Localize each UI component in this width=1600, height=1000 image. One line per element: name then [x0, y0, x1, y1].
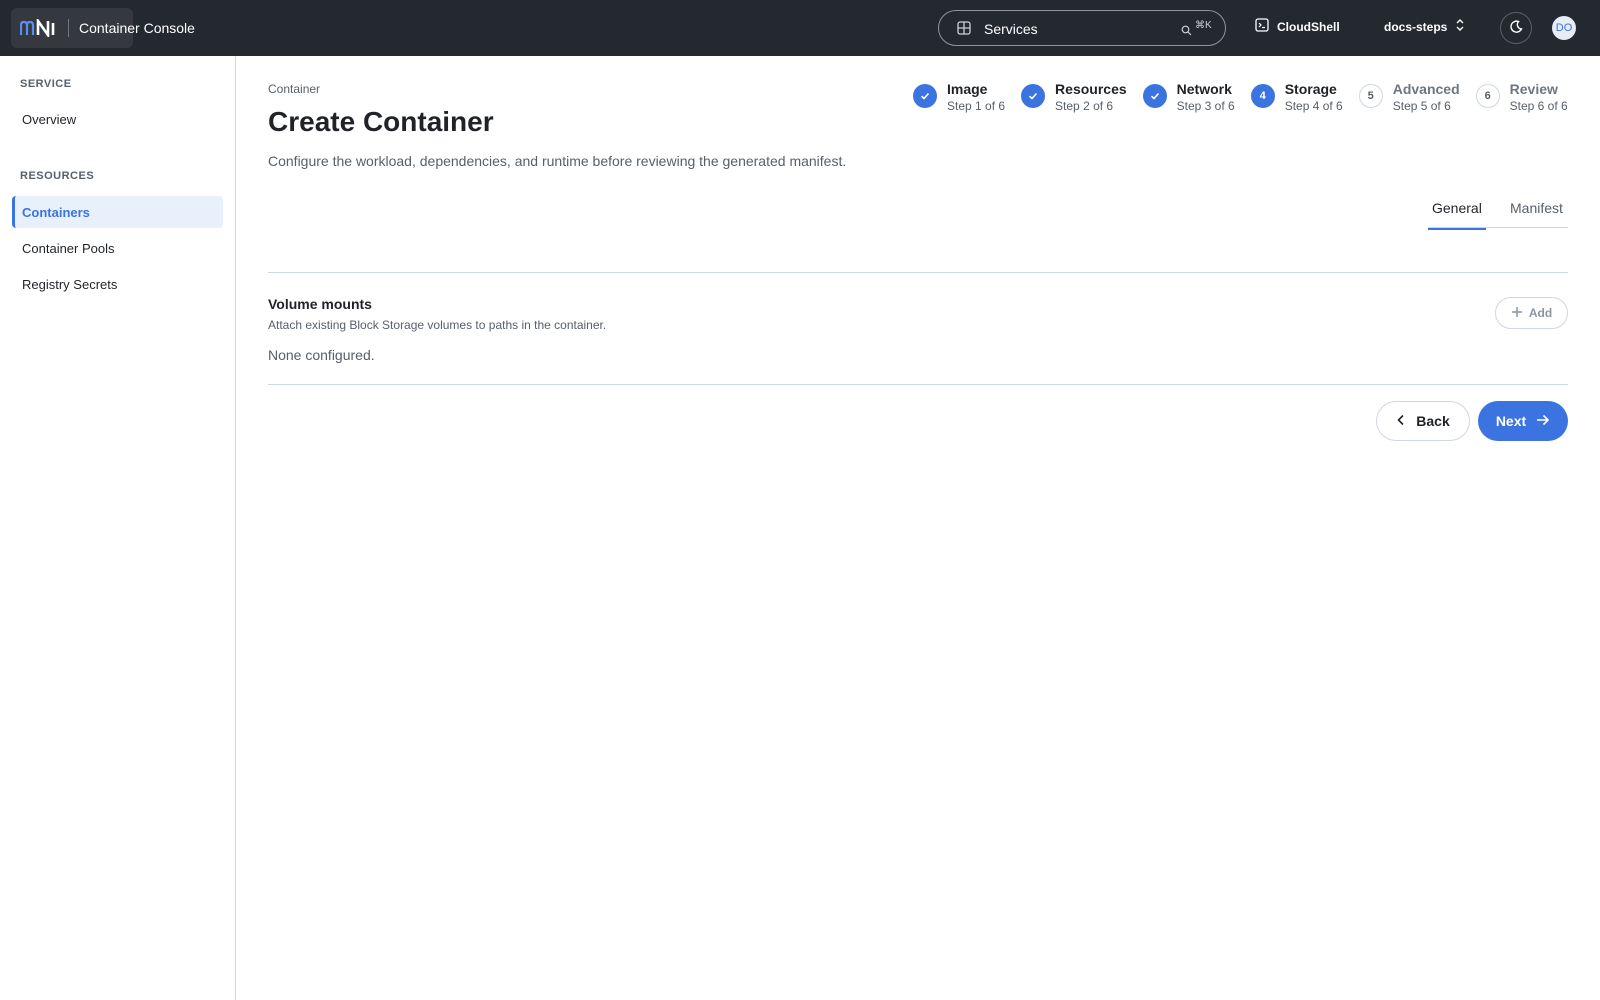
theme-toggle-button[interactable]: [1500, 12, 1532, 44]
next-label: Next: [1495, 413, 1527, 429]
step-storage[interactable]: 4 Storage Step 4 of 6: [1250, 80, 1343, 114]
step-review[interactable]: 6 Review Step 6 of 6: [1475, 80, 1568, 114]
divider: [268, 272, 1568, 273]
step-sub: Step 3 of 6: [1176, 99, 1235, 113]
next-button[interactable]: Next: [1478, 401, 1568, 441]
sidebar-item-overview[interactable]: Overview: [12, 103, 223, 135]
step-resources[interactable]: Resources Step 2 of 6: [1021, 80, 1127, 114]
add-volume-button[interactable]: Add: [1495, 297, 1568, 329]
check-icon: [1142, 84, 1167, 108]
page-title: Create Container: [268, 106, 494, 137]
add-label: Add: [1528, 306, 1553, 320]
volume-mounts-description: Attach existing Block Storage volumes to…: [268, 318, 607, 332]
search-label: Services: [984, 21, 1038, 37]
user-avatar[interactable]: DO: [1552, 16, 1576, 40]
sidebar-heading-resources: RESOURCES: [20, 170, 95, 182]
step-sub: Step 2 of 6: [1055, 99, 1114, 113]
sidebar-item-registry-secrets[interactable]: Registry Secrets: [12, 268, 223, 300]
step-advanced[interactable]: 5 Advanced Step 5 of 6: [1358, 80, 1460, 114]
step-image[interactable]: Image Step 1 of 6: [913, 80, 1005, 114]
step-name: Advanced: [1392, 81, 1460, 97]
check-icon: [1021, 84, 1046, 108]
check-icon: [913, 84, 937, 108]
cloudshell-button[interactable]: CloudShell: [1255, 18, 1340, 35]
step-number: 6: [1475, 84, 1500, 108]
services-search[interactable]: Services ⌘K: [938, 10, 1226, 46]
divider: [268, 384, 1568, 385]
wizard-stepper: Image Step 1 of 6 Resources Step 2 of 6 …: [913, 80, 1568, 114]
project-selector[interactable]: docs-steps: [1384, 18, 1465, 35]
app-title: Container Console: [79, 20, 195, 36]
volume-mounts-empty-text: None configured.: [268, 347, 375, 363]
chevron-up-down-icon: [1455, 18, 1465, 35]
sidebar-heading-service: SERVICE: [20, 78, 72, 90]
sidebar-item-containers[interactable]: Containers: [12, 196, 223, 228]
step-sub: Step 1 of 6: [947, 99, 1006, 113]
breadcrumb[interactable]: Container: [268, 82, 320, 96]
cloudshell-label: CloudShell: [1277, 19, 1340, 34]
search-icon: [1181, 23, 1192, 39]
step-number: 4: [1250, 84, 1275, 108]
active-tab-indicator: [1428, 228, 1486, 230]
sidebar: SERVICE Overview RESOURCES Containers Co…: [0, 56, 236, 1000]
brand-logo: [20, 16, 60, 40]
step-name: Review: [1509, 81, 1558, 97]
search-shortcut: ⌘K: [1195, 20, 1212, 31]
moon-icon: [1509, 19, 1523, 37]
volume-mounts-title: Volume mounts: [268, 296, 372, 312]
project-label: docs-steps: [1384, 19, 1448, 34]
step-sub: Step 4 of 6: [1284, 99, 1343, 113]
back-label: Back: [1416, 413, 1450, 429]
step-name: Resources: [1055, 81, 1127, 97]
step-network[interactable]: Network Step 3 of 6: [1142, 80, 1235, 114]
step-name: Image: [947, 81, 988, 97]
tab-bar: General Manifest: [1428, 192, 1568, 228]
terminal-icon: [1255, 18, 1269, 35]
arrow-right-icon: [1536, 413, 1550, 429]
chevron-left-icon: [1396, 413, 1406, 429]
back-button[interactable]: Back: [1376, 401, 1470, 441]
tab-general[interactable]: General: [1432, 200, 1482, 216]
grid-icon: [957, 21, 971, 38]
step-name: Storage: [1284, 81, 1337, 97]
page-description: Configure the workload, dependencies, an…: [268, 153, 847, 169]
step-sub: Step 5 of 6: [1392, 99, 1451, 113]
tab-manifest[interactable]: Manifest: [1510, 200, 1563, 216]
step-number: 5: [1358, 84, 1383, 108]
step-sub: Step 6 of 6: [1509, 99, 1568, 113]
top-bar: Container Console Services ⌘K CloudShell…: [0, 0, 1600, 56]
step-name: Network: [1176, 81, 1232, 97]
brand-separator: [68, 19, 69, 37]
plus-icon: [1511, 306, 1523, 321]
sidebar-item-container-pools[interactable]: Container Pools: [12, 232, 223, 264]
